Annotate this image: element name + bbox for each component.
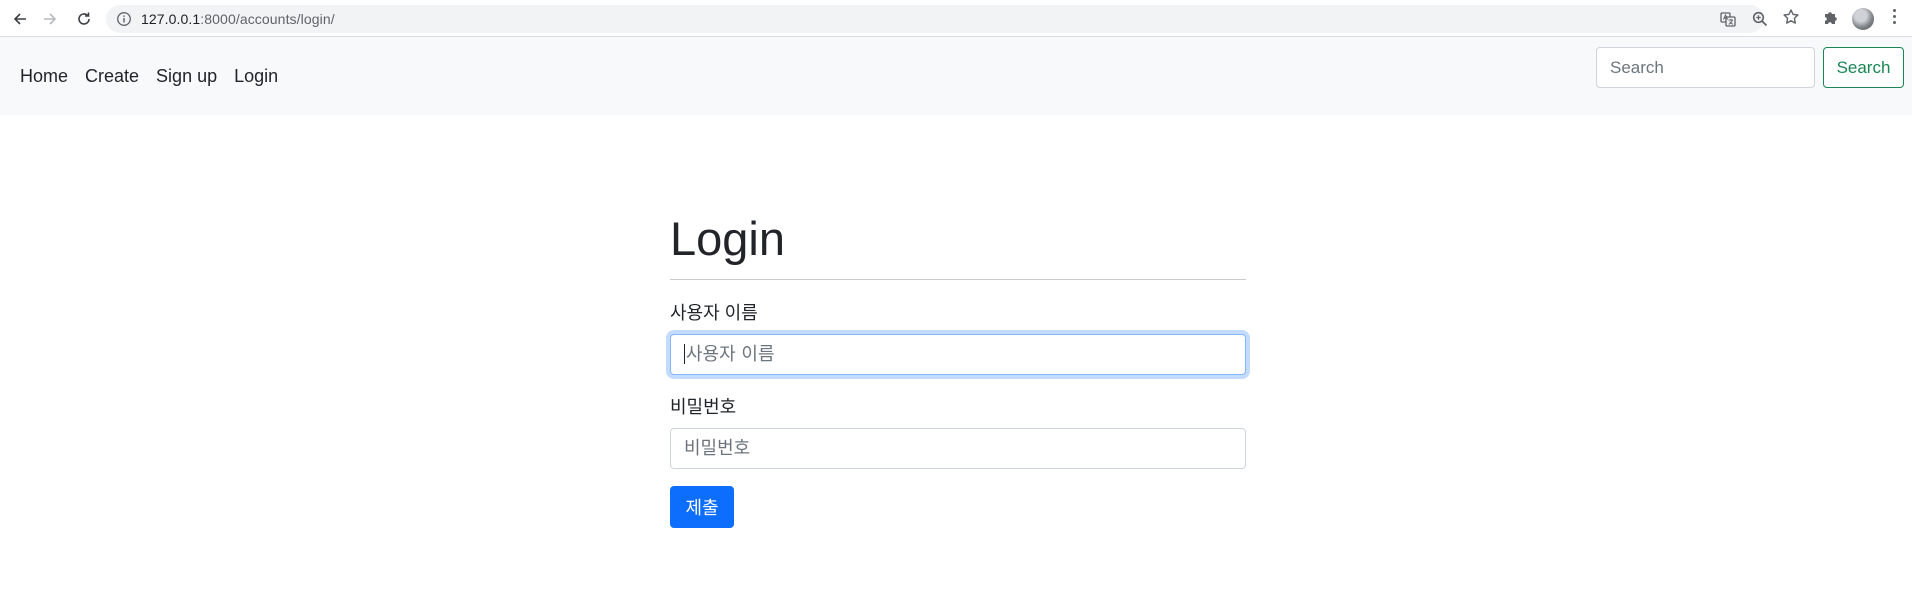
info-icon[interactable] — [116, 11, 132, 27]
submit-button[interactable]: 제출 — [670, 486, 734, 528]
divider — [670, 279, 1246, 280]
star-icon[interactable] — [1782, 8, 1800, 26]
reload-icon — [78, 12, 90, 25]
nav-link-create[interactable]: Create — [85, 65, 139, 87]
nav-link-signup[interactable]: Sign up — [156, 65, 217, 87]
address-bar[interactable]: 127.0.0.1:8000/accounts/login/ — [106, 5, 1768, 33]
text-caret — [684, 343, 685, 364]
page-title: Login — [670, 212, 785, 265]
url-path: :8000/accounts/login/ — [200, 11, 335, 27]
forward-arrow-icon — [44, 13, 57, 25]
password-label: 비밀번호 — [670, 397, 737, 417]
username-placeholder: 사용자 이름 — [686, 344, 775, 365]
puzzle-icon[interactable] — [1822, 9, 1840, 27]
password-placeholder: 비밀번호 — [684, 438, 751, 459]
nav-links: Home Create Sign up Login — [20, 65, 295, 87]
forward-button[interactable] — [38, 7, 62, 31]
translate-icon[interactable] — [1719, 10, 1737, 28]
url-text: 127.0.0.1:8000/accounts/login/ — [141, 11, 335, 27]
nav-link-home[interactable]: Home — [20, 65, 68, 87]
url-host: 127.0.0.1 — [141, 11, 201, 27]
site-navbar: Home Create Sign up Login Search — [0, 37, 1912, 115]
nav-link-login[interactable]: Login — [234, 65, 278, 87]
password-field[interactable]: 비밀번호 — [670, 428, 1246, 469]
search-button[interactable]: Search — [1823, 47, 1904, 88]
back-arrow-icon — [13, 13, 26, 25]
search-input[interactable] — [1596, 47, 1815, 88]
browser-toolbar: 127.0.0.1:8000/accounts/login/ — [0, 0, 1912, 37]
kebab-menu-icon[interactable] — [1893, 9, 1897, 27]
username-label: 사용자 이름 — [670, 303, 758, 323]
back-button[interactable] — [8, 7, 32, 31]
reload-button[interactable] — [72, 7, 96, 31]
username-field[interactable]: 사용자 이름 — [670, 334, 1246, 375]
zoom-icon[interactable] — [1751, 10, 1769, 28]
avatar[interactable] — [1852, 8, 1874, 30]
